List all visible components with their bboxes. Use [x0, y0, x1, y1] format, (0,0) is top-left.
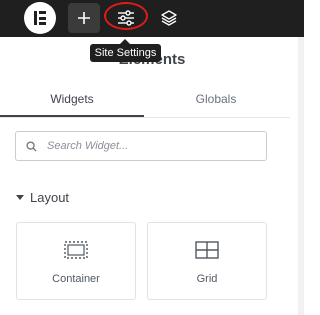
section-layout-toggle[interactable]: Layout — [16, 190, 69, 205]
grid-icon — [195, 241, 219, 259]
tab-widgets[interactable]: Widgets — [0, 82, 144, 117]
site-settings-tooltip: Site Settings — [90, 39, 161, 62]
search-box[interactable] — [15, 131, 267, 161]
top-toolbar — [0, 0, 304, 37]
elementor-logo-icon[interactable] — [24, 2, 56, 34]
plus-icon — [78, 12, 90, 24]
search-input[interactable] — [45, 139, 249, 153]
widget-grid[interactable]: Grid — [147, 222, 267, 300]
sliders-icon — [118, 10, 134, 26]
container-icon — [64, 241, 88, 259]
tab-globals[interactable]: Globals — [144, 82, 288, 115]
widget-label: Grid — [196, 273, 218, 285]
caret-down-icon — [16, 195, 24, 200]
section-label: Layout — [30, 190, 70, 205]
panel-tabs: Widgets Globals — [0, 82, 290, 118]
search-icon — [26, 140, 37, 152]
widget-container[interactable]: Container — [16, 222, 136, 300]
widget-label: Container — [52, 273, 100, 285]
site-settings-button[interactable] — [110, 3, 142, 33]
structure-button[interactable] — [153, 3, 185, 33]
layers-icon — [161, 10, 177, 26]
scrollbar[interactable] — [298, 37, 304, 315]
add-element-button[interactable] — [68, 3, 100, 33]
